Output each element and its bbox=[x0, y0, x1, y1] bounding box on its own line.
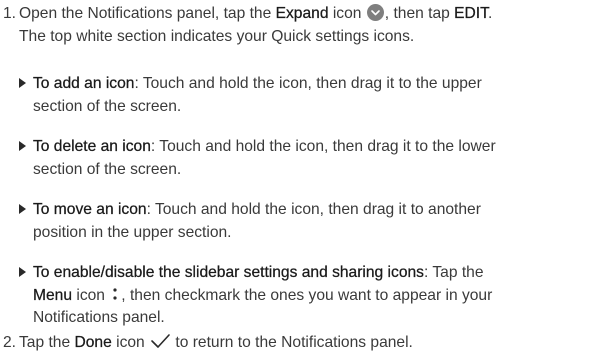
step-2-text-a: Tap the bbox=[19, 334, 75, 351]
done-word: Done bbox=[74, 334, 112, 351]
step-1-text-f: . bbox=[487, 5, 493, 22]
step-2-number: 2. bbox=[3, 334, 17, 351]
bullet-body: : Tap the bbox=[423, 264, 484, 281]
bullet-slidebar-settings-text: To enable/disable the slidebar settings … bbox=[33, 262, 611, 330]
step-1-text: Open the Notifications panel, tap the Ex… bbox=[19, 3, 611, 48]
step-1-line-2: The top white section indicates your Qui… bbox=[19, 27, 415, 45]
bullet-body-line-2: position in the upper section. bbox=[33, 223, 232, 241]
step-2-text-c: to return to the Notifications panel. bbox=[171, 334, 413, 351]
bullet-body-c: , then checkmark the ones you want to ap… bbox=[121, 286, 493, 304]
expand-word: Expand bbox=[275, 5, 329, 22]
bullet-title: To enable/disable the slidebar settings … bbox=[33, 264, 424, 281]
step-1-text-d: , then tap bbox=[384, 5, 455, 22]
bullet-move-icon-text: To move an icon: Touch and hold the icon… bbox=[33, 199, 611, 244]
bullet-body-line-2: section of the screen. bbox=[33, 160, 182, 178]
bullet-body: : Touch and hold the icon, then drag it … bbox=[134, 75, 482, 92]
bullet-triangle-icon bbox=[19, 267, 26, 277]
step-1-line-1: Open the Notifications panel, tap the Ex… bbox=[19, 3, 611, 26]
step-1-number: 1. bbox=[3, 5, 17, 22]
bullet-add-icon-text: To add an icon: Touch and hold the icon,… bbox=[33, 73, 611, 118]
menu-word: Menu bbox=[33, 286, 73, 304]
vertical-dots-icon bbox=[109, 286, 121, 302]
step-1-text-c: icon bbox=[328, 5, 366, 22]
step-2-text-b: icon bbox=[111, 334, 150, 351]
edit-word: EDIT bbox=[454, 5, 488, 22]
bullet-title: To delete an icon bbox=[33, 138, 151, 155]
bullet-title: To add an icon bbox=[33, 75, 135, 92]
bullet-body: : Touch and hold the icon, then drag it … bbox=[146, 201, 481, 218]
step-1-text-a: Open the Notifications panel, tap the bbox=[19, 5, 276, 22]
checkmark-icon bbox=[149, 333, 171, 349]
instruction-document: 1. Open the Notifications panel, tap the… bbox=[0, 0, 615, 356]
bullet-triangle-icon bbox=[19, 204, 26, 214]
bullet-title: To move an icon bbox=[33, 201, 147, 218]
bullet-triangle-icon bbox=[19, 141, 26, 151]
chevron-down-circle-icon bbox=[366, 4, 384, 21]
bullet-body: : Touch and hold the icon, then drag it … bbox=[150, 138, 496, 155]
bullet-body-b: icon bbox=[72, 286, 110, 304]
bullet-triangle-icon bbox=[19, 78, 26, 88]
step-2-text: Tap the Done icon to return to the Notif… bbox=[19, 332, 611, 355]
bullet-body-line-2: section of the screen. bbox=[33, 97, 182, 115]
bullet-body-line-3: Notifications panel. bbox=[33, 309, 165, 326]
bullet-delete-icon-text: To delete an icon: Touch and hold the ic… bbox=[33, 136, 611, 181]
